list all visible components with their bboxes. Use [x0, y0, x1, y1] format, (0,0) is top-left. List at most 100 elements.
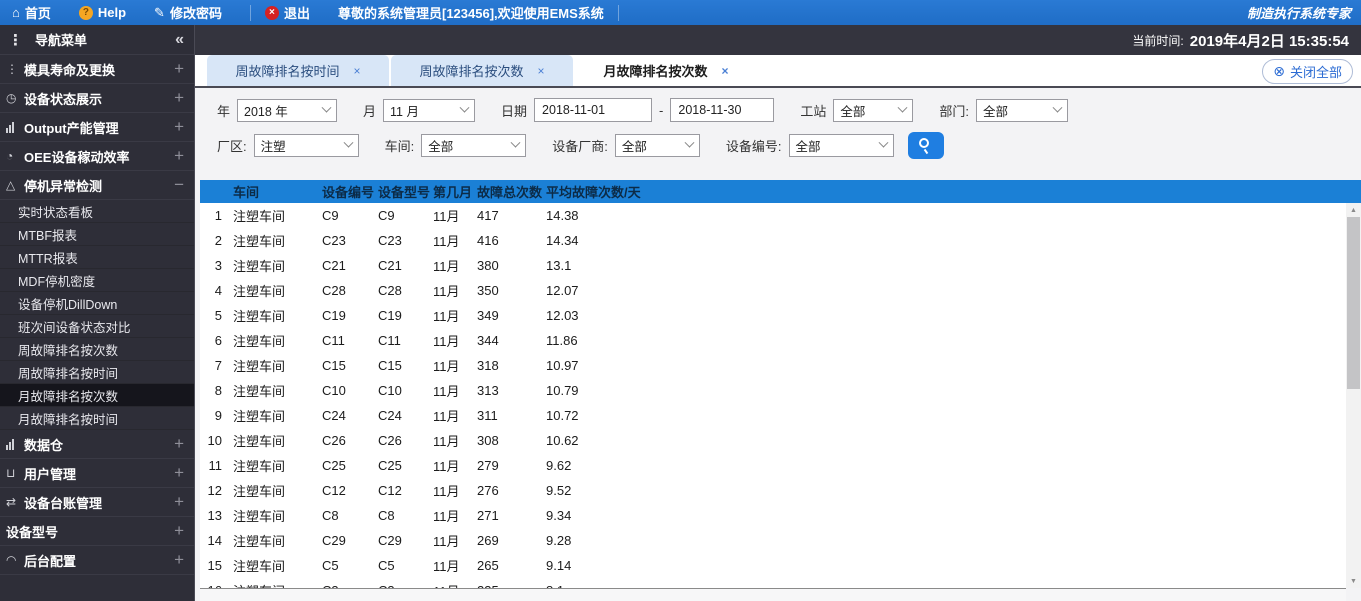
expand-plus-icon[interactable]: +: [174, 146, 184, 166]
topbar-item-help[interactable]: ? Help: [78, 5, 126, 20]
table-row[interactable]: 5 注塑车间 C19 C19 11月 349 12.03: [200, 303, 1346, 328]
sidebar-subitem-月故障排名按时间[interactable]: 月故障排名按时间: [0, 407, 194, 430]
sidebar-item-停机异常检测[interactable]: △ 停机异常检测 −: [0, 171, 194, 200]
month-select[interactable]: 11 月: [383, 98, 476, 122]
cell-device-model: C11: [378, 333, 401, 348]
cell-device-number: C23: [322, 233, 346, 248]
cell-month: 11月: [433, 509, 460, 524]
close-all-tabs-button[interactable]: ⊗ 关闭全部: [1262, 59, 1353, 84]
sidebar-item-设备型号[interactable]: 设备型号 +: [0, 517, 194, 546]
cell-fault-count: 271: [477, 508, 499, 523]
scroll-up-icon[interactable]: ▲: [1346, 203, 1361, 217]
sidebar-item-用户管理[interactable]: ⊔ 用户管理 +: [0, 459, 194, 488]
area-select[interactable]: 注塑: [253, 134, 359, 157]
date-from-input[interactable]: [534, 98, 653, 122]
collapse-sidebar-icon[interactable]: «: [175, 31, 184, 49]
cell-device-number: C8: [322, 508, 339, 523]
sidebar-subitem-周故障排名按次数[interactable]: 周故障排名按次数: [0, 338, 194, 361]
row-index: 9: [214, 408, 222, 423]
topbar-item-logout[interactable]: × 退出: [264, 3, 310, 22]
sidebar-item-数据仓[interactable]: 数据仓 +: [0, 430, 194, 459]
ledger-icon: ⇄: [6, 495, 17, 509]
table-row[interactable]: 13 注塑车间 C8 C8 11月 271 9.34: [200, 503, 1346, 528]
device-number-select[interactable]: 全部: [788, 134, 894, 157]
table-row[interactable]: 6 注塑车间 C11 C11 11月 344 11.86: [200, 328, 1346, 353]
row-index: 7: [214, 358, 222, 373]
status-bar: 当前时间: 2019年4月2日 15:35:54: [195, 25, 1361, 55]
expand-plus-icon[interactable]: +: [174, 434, 184, 454]
collapse-minus-icon[interactable]: −: [174, 175, 184, 195]
vertical-scrollbar-thumb[interactable]: [1347, 217, 1360, 389]
expand-plus-icon[interactable]: +: [174, 59, 184, 79]
table-row[interactable]: 14 注塑车间 C29 C29 11月 269 9.28: [200, 528, 1346, 553]
tab-close-icon[interactable]: ×: [538, 64, 545, 78]
current-time-value: 2019年4月2日 15:35:54: [1189, 32, 1349, 50]
row-index: 15: [207, 558, 222, 573]
table-row[interactable]: 1 注塑车间 C9 C9 11月 417 14.38: [200, 203, 1346, 228]
table-row[interactable]: 10 注塑车间 C26 C26 11月 308 10.62: [200, 428, 1346, 453]
sidebar-subitem-实时状态看板[interactable]: 实时状态看板: [0, 200, 194, 223]
expand-plus-icon[interactable]: +: [174, 88, 184, 108]
search-button[interactable]: [907, 132, 944, 159]
topbar-item-change-password[interactable]: ✎ 修改密码: [154, 3, 222, 22]
topbar-item-home[interactable]: ⌂ 首页: [12, 3, 51, 22]
cell-avg-faults-per-day: 10.72: [546, 408, 579, 423]
sidebar-subitem-班次间设备状态对比[interactable]: 班次间设备状态对比: [0, 315, 194, 338]
table-row[interactable]: 7 注塑车间 C15 C15 11月 318 10.97: [200, 353, 1346, 378]
table-row[interactable]: 11 注塑车间 C25 C25 11月 279 9.62: [200, 453, 1346, 478]
table-row[interactable]: 4 注塑车间 C28 C28 11月 350 12.07: [200, 278, 1346, 303]
table-row[interactable]: 2 注塑车间 C23 C23 11月 416 14.34: [200, 228, 1346, 253]
vertical-scrollbar[interactable]: ▲ ▼: [1346, 203, 1361, 588]
sidebar-item-模具寿命及更换[interactable]: ⋮ 模具寿命及更换 +: [0, 55, 194, 84]
sidebar-subitem-月故障排名按次数[interactable]: 月故障排名按次数: [0, 384, 194, 407]
table-row[interactable]: 16注塑车间C3C311月2358.1: [200, 578, 1346, 588]
sidebar-item-Output产能管理[interactable]: Output产能管理 +: [0, 113, 194, 142]
vendor-select[interactable]: 全部: [614, 134, 700, 157]
chevron-down-icon: [343, 137, 354, 148]
menu-dots-icon: ⋮: [8, 31, 23, 49]
expand-plus-icon[interactable]: +: [174, 521, 184, 541]
cell-device-model: C23: [378, 233, 402, 248]
sidebar-subitem-MTTR报表[interactable]: MTTR报表: [0, 246, 194, 269]
tab-close-icon[interactable]: ×: [354, 64, 361, 78]
sidebar-subitem-设备停机DillDown[interactable]: 设备停机DillDown: [0, 292, 194, 315]
tab-label: 周故障排名按时间: [235, 64, 340, 79]
sidebar-item-后台配置[interactable]: ◠ 后台配置 +: [0, 546, 194, 575]
tab-close-icon[interactable]: ×: [722, 64, 729, 78]
tab-周故障排名按次数[interactable]: 周故障排名按次数 ×: [391, 55, 573, 86]
table-row[interactable]: 8 注塑车间 C10 C10 11月 313 10.79: [200, 378, 1346, 403]
expand-plus-icon[interactable]: +: [174, 492, 184, 512]
column-header: 第几月: [433, 185, 473, 200]
department-select[interactable]: 全部: [976, 98, 1069, 122]
table-row[interactable]: 12 注塑车间 C12 C12 11月 276 9.52: [200, 478, 1346, 503]
year-select[interactable]: 2018 年: [237, 98, 338, 122]
department-label: 部门:: [939, 103, 970, 119]
cell-month: 11月: [433, 484, 460, 499]
horizontal-scrollbar[interactable]: [200, 588, 1346, 601]
tab-周故障排名按时间[interactable]: 周故障排名按时间 ×: [207, 55, 389, 86]
workshop-select[interactable]: 全部: [421, 134, 527, 157]
cell-fault-count: 344: [477, 333, 499, 348]
table-row[interactable]: 3 注塑车间 C21 C21 11月 380 13.1: [200, 253, 1346, 278]
expand-plus-icon[interactable]: +: [174, 550, 184, 570]
sidebar-item-设备状态展示[interactable]: ◷ 设备状态展示 +: [0, 84, 194, 113]
expand-plus-icon[interactable]: +: [174, 463, 184, 483]
sidebar-subitem-MDF停机密度[interactable]: MDF停机密度: [0, 269, 194, 292]
station-select[interactable]: 全部: [833, 98, 914, 122]
cell-device-number: C11: [322, 333, 345, 348]
content-panel: 年 2018 年 月 11 月 日期 - 工站 全部: [195, 88, 1361, 601]
sidebar-subitem-MTBF报表[interactable]: MTBF报表: [0, 223, 194, 246]
date-to-input[interactable]: [670, 98, 775, 122]
table-row[interactable]: 9 注塑车间 C24 C24 11月 311 10.72: [200, 403, 1346, 428]
tab-月故障排名按次数[interactable]: 月故障排名按次数 ×: [575, 55, 757, 86]
sidebar-item-OEE设备稼动效率[interactable]: ◔ OEE设备稼动效率 +: [0, 142, 194, 171]
table-row[interactable]: 15 注塑车间 C5 C5 11月 265 9.14: [200, 553, 1346, 578]
expand-plus-icon[interactable]: +: [174, 117, 184, 137]
sidebar-item-设备台账管理[interactable]: ⇄ 设备台账管理 +: [0, 488, 194, 517]
sidebar-subitem-周故障排名按时间[interactable]: 周故障排名按时间: [0, 361, 194, 384]
cell-month: 11月: [433, 359, 460, 374]
cell-workshop: 注塑车间: [233, 559, 286, 574]
welcome-message: 尊敬的系统管理员[123456],欢迎使用EMS系统: [337, 6, 604, 21]
workshop-value: 全部: [428, 140, 454, 154]
scroll-down-icon[interactable]: ▼: [1346, 574, 1361, 588]
